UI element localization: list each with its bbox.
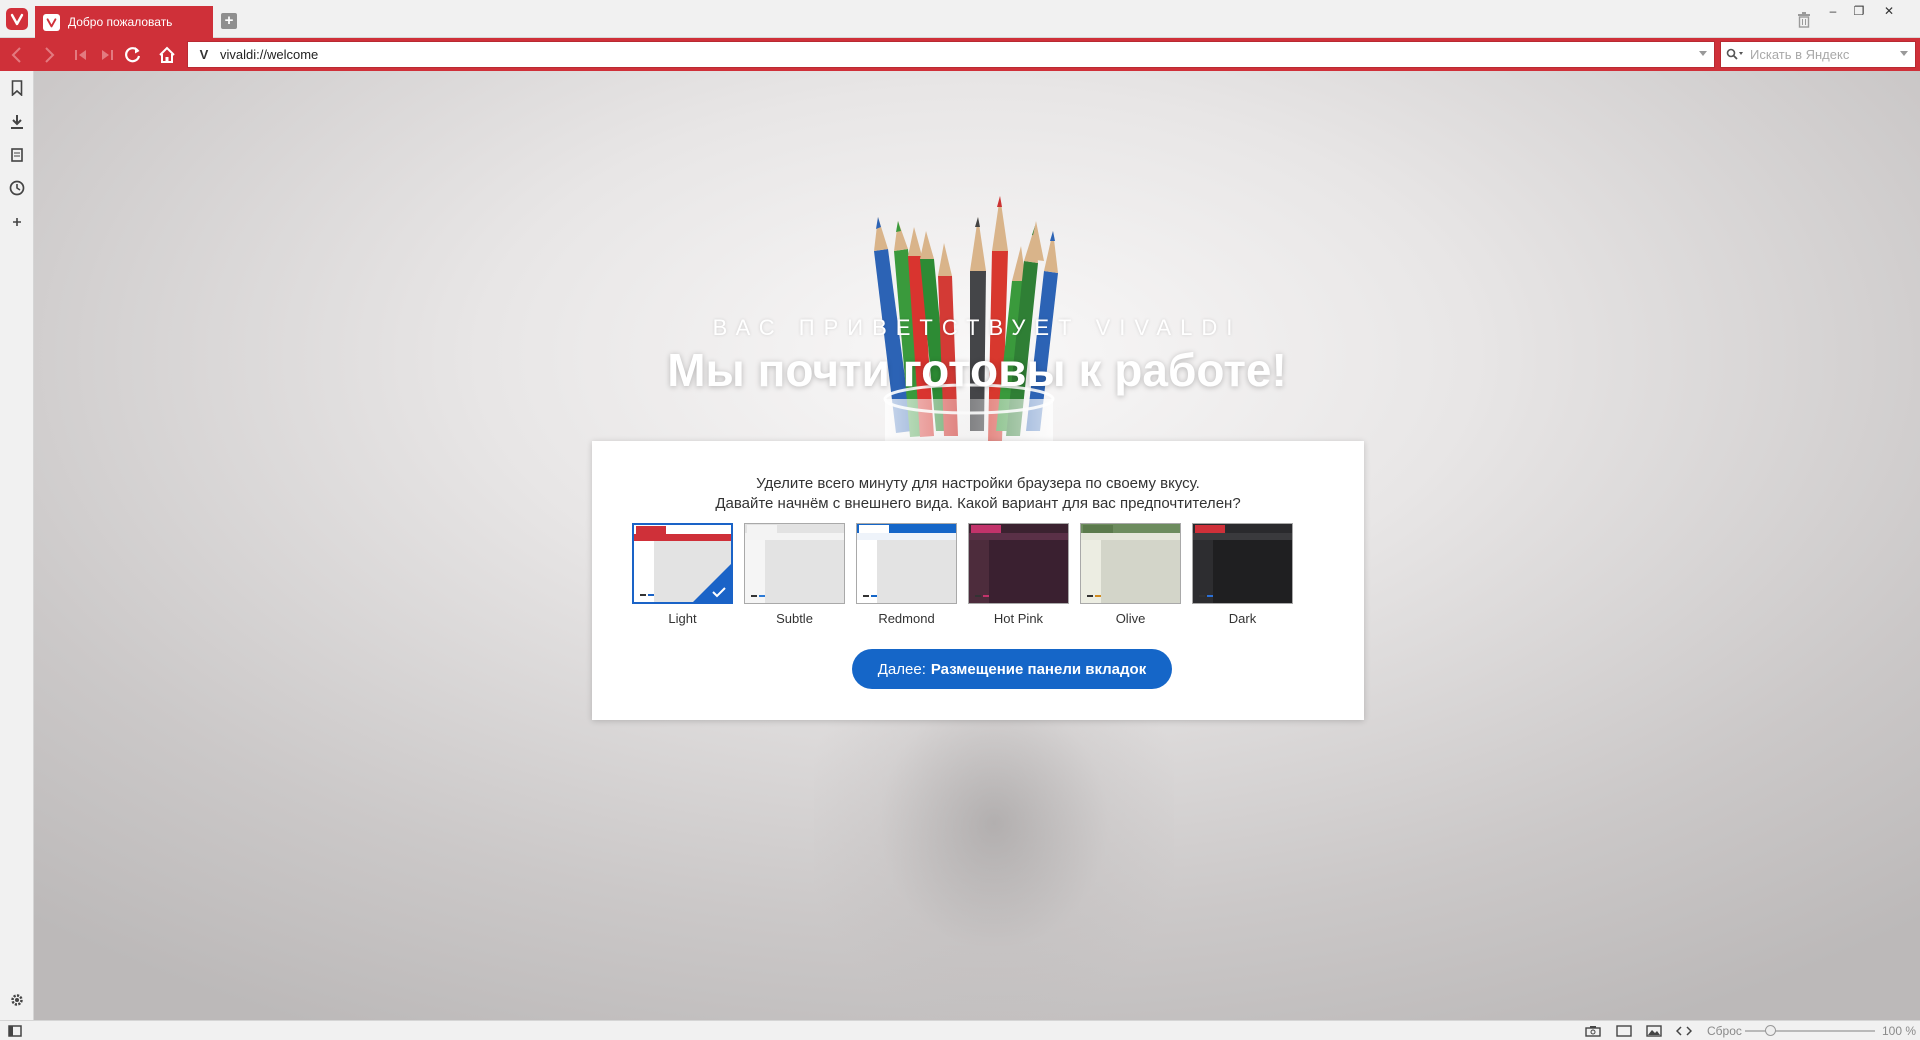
search-icon	[1726, 48, 1743, 60]
welcome-kicker: ВАС ПРИВЕТСТВУЕТ VIVALDI	[712, 315, 1242, 340]
zoom-level: 100 %	[1882, 1024, 1917, 1038]
bookmarks-panel-button[interactable]	[6, 77, 28, 99]
theme-preview	[1192, 523, 1293, 604]
side-panel	[0, 71, 34, 1020]
search-input[interactable]: Искать в Яндекс	[1720, 41, 1916, 68]
image-icon	[1646, 1025, 1662, 1037]
fast-forward-icon	[102, 50, 113, 60]
theme-label: Subtle	[776, 611, 813, 626]
theme-label: Redmond	[878, 611, 935, 626]
rewind-button[interactable]	[68, 42, 94, 68]
theme-preview	[968, 523, 1069, 604]
search-placeholder: Искать в Яндекс	[1750, 47, 1850, 62]
tiling-button[interactable]	[1615, 1023, 1633, 1039]
theme-option-dark[interactable]: Dark	[1192, 523, 1293, 626]
theme-preview	[1080, 523, 1181, 604]
rewind-icon	[75, 50, 86, 60]
panel-toggle-button[interactable]	[6, 1023, 24, 1039]
url-text: vivaldi://welcome	[220, 47, 319, 62]
home-button[interactable]	[154, 42, 180, 68]
url-dropdown-icon[interactable]	[1698, 50, 1708, 58]
status-bar: Сброс 100 %	[0, 1020, 1920, 1040]
theme-option-subtle[interactable]: Subtle	[744, 523, 845, 626]
url-field[interactable]: V vivaldi://welcome	[187, 41, 1715, 68]
page-actions-button[interactable]	[1675, 1023, 1693, 1039]
tab-bar: Добро пожаловать + – ❐ ✕	[0, 0, 1920, 38]
page-title: Мы почти готовы к работе!	[667, 344, 1287, 396]
downloads-panel-button[interactable]	[6, 111, 28, 133]
forward-button[interactable]	[36, 42, 62, 68]
fast-forward-button[interactable]	[94, 42, 120, 68]
theme-option-redmond[interactable]: Redmond	[856, 523, 957, 626]
theme-preview	[632, 523, 733, 604]
panel-toggle-icon	[8, 1025, 22, 1037]
history-icon	[9, 180, 25, 196]
close-button[interactable]: ✕	[1876, 2, 1902, 20]
arrow-right-icon	[45, 47, 55, 63]
bookmark-icon	[11, 80, 23, 96]
theme-label: Dark	[1228, 611, 1257, 626]
reload-button[interactable]	[120, 42, 146, 68]
notes-icon	[11, 148, 23, 162]
address-bar: V vivaldi://welcome Искать в Яндекс	[0, 38, 1920, 71]
vivaldi-logo-icon	[10, 13, 24, 26]
images-toggle-button[interactable]	[1645, 1023, 1663, 1039]
intro-text: Уделите всего минуту для настройки брауз…	[756, 475, 1200, 492]
code-icon	[1676, 1026, 1692, 1036]
vivaldi-page-icon: V	[199, 47, 209, 62]
intro-question: Давайте начнём с внешнего вида. Какой ва…	[715, 495, 1241, 512]
tab-title: Добро пожаловать	[68, 15, 173, 29]
window-icon	[1616, 1025, 1632, 1037]
tab-welcome[interactable]: Добро пожаловать	[35, 6, 213, 38]
back-button[interactable]	[4, 42, 30, 68]
download-icon	[11, 115, 23, 129]
theme-label: Light	[668, 611, 697, 626]
minimize-button[interactable]: –	[1820, 2, 1846, 20]
theme-option-olive[interactable]: Olive	[1080, 523, 1181, 626]
trash-icon[interactable]	[1797, 12, 1811, 28]
home-icon	[159, 46, 175, 63]
theme-option-hot-pink[interactable]: Hot Pink	[968, 523, 1069, 626]
theme-label: Olive	[1115, 611, 1146, 626]
next-button-prefix: Далее:	[877, 660, 926, 678]
notes-panel-button[interactable]	[6, 144, 28, 166]
arrow-left-icon	[11, 47, 21, 63]
theme-preview	[856, 523, 957, 604]
vivaldi-menu-button[interactable]	[6, 8, 28, 30]
zoom-slider-handle[interactable]	[1765, 1025, 1776, 1036]
history-panel-button[interactable]	[6, 177, 28, 199]
welcome-page: ВАС ПРИВЕТСТВУЕТ VIVALDI Мы почти готовы…	[34, 71, 1920, 1020]
theme-selection-card: Уделите всего минуту для настройки брауз…	[592, 441, 1364, 720]
theme-preview	[744, 523, 845, 604]
plus-icon	[13, 218, 21, 226]
camera-icon	[1585, 1026, 1601, 1037]
new-tab-button[interactable]: +	[221, 13, 237, 29]
capture-button[interactable]	[1584, 1023, 1602, 1039]
zoom-reset-button[interactable]: Сброс	[1707, 1024, 1742, 1038]
theme-label: Hot Pink	[993, 611, 1044, 626]
vivaldi-favicon-icon	[43, 13, 60, 31]
cup-shadow	[814, 691, 1174, 1020]
theme-option-light[interactable]: Light	[632, 523, 733, 626]
checkmark-icon	[712, 587, 726, 598]
restore-button[interactable]: ❐	[1846, 2, 1872, 20]
add-panel-button[interactable]	[6, 211, 28, 233]
search-dropdown-icon[interactable]	[1899, 50, 1909, 58]
gear-icon	[11, 994, 23, 1006]
next-button-label: Размещение панели вкладок	[930, 660, 1147, 678]
settings-button[interactable]	[6, 989, 28, 1011]
next-button[interactable]: Далее: Размещение панели вкладок	[852, 649, 1172, 689]
reload-icon	[125, 47, 141, 63]
